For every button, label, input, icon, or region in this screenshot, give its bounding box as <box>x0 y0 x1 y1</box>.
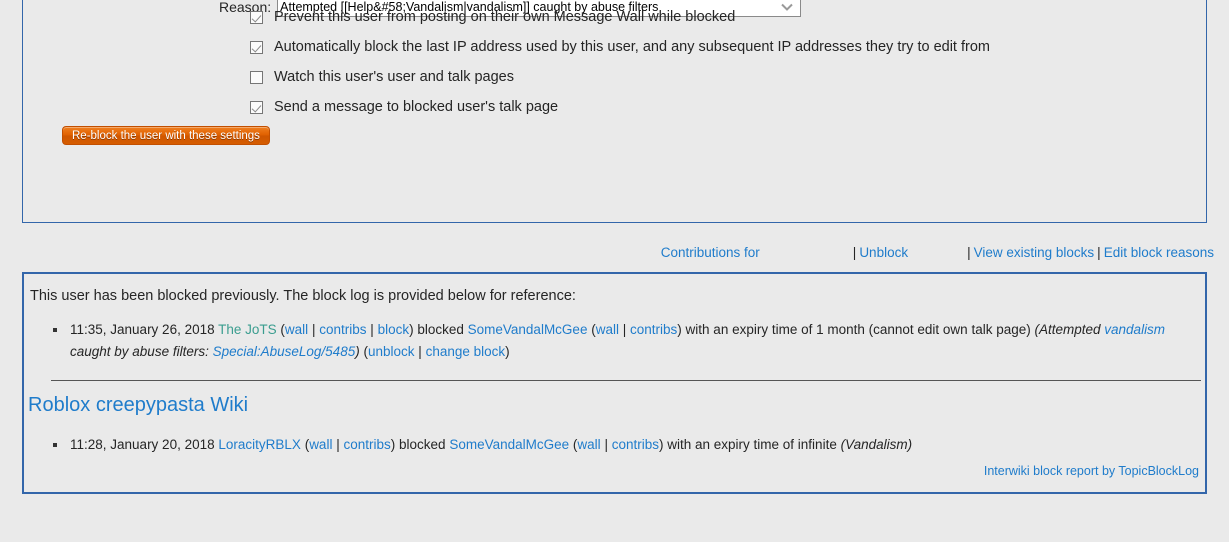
log-comment-abuselog-link[interactable]: Special:AbuseLog/5485 <box>213 344 356 359</box>
option-watch-pages[interactable]: Watch this user's user and talk pages <box>250 67 990 97</box>
checkbox-send-message[interactable] <box>250 101 263 114</box>
option-label: Automatically block the last IP address … <box>274 39 990 55</box>
target-contribs-link[interactable]: contribs <box>630 322 677 337</box>
option-label: Send a message to blocked user's talk pa… <box>274 99 559 115</box>
link-separator: | <box>336 437 340 452</box>
log-comment-mid: caught by abuse filters: <box>70 344 213 359</box>
log-expiry: with an expiry time of 1 month (cannot e… <box>685 322 1031 337</box>
block-log-list-other-wiki: 11:28, January 20, 2018 LoracityRBLX (wa… <box>46 434 1186 456</box>
link-separator: | <box>622 322 627 337</box>
checkbox-prevent-message-wall[interactable] <box>250 11 263 24</box>
log-expiry: with an expiry time of infinite <box>667 437 837 452</box>
block-tool-links: Contributions for | Unblock | View existing … <box>0 245 1220 260</box>
admin-contribs-link[interactable]: contribs <box>319 322 366 337</box>
log-change-block-link[interactable]: change block <box>426 344 506 359</box>
log-admin-link[interactable]: LoracityRBLX <box>218 437 301 452</box>
target-wall-link[interactable]: wall <box>596 322 619 337</box>
target-contribs-link[interactable]: contribs <box>612 437 659 452</box>
block-form-fieldset: Reason: Attempted [[Help&#58;Vandalism|v… <box>22 0 1207 223</box>
link-separator: | <box>604 437 608 452</box>
log-entry: 11:35, January 26, 2018 The JoTS (wall |… <box>68 319 1186 363</box>
link-separator: | <box>311 322 316 337</box>
log-unblock-link[interactable]: unblock <box>368 344 415 359</box>
checkbox-watch-pages[interactable] <box>250 71 263 84</box>
option-label: Prevent this user from posting on their … <box>274 9 736 25</box>
option-send-message[interactable]: Send a message to blocked user's talk pa… <box>250 97 990 127</box>
link-separator: | <box>967 245 971 260</box>
link-separator: | <box>1097 245 1101 260</box>
link-separator: | <box>852 245 857 260</box>
link-separator: | <box>418 344 422 359</box>
checkbox-autoblock-ip[interactable] <box>250 41 263 54</box>
admin-contribs-link[interactable]: contribs <box>344 437 391 452</box>
section-divider <box>51 380 1201 381</box>
log-timestamp: 11:28, January 20, 2018 <box>70 437 215 452</box>
contributions-link[interactable]: Contributions for <box>661 245 760 260</box>
admin-block-link[interactable]: block <box>378 322 410 337</box>
log-comment-vandalism-link[interactable]: vandalism <box>1104 322 1165 337</box>
log-action: blocked <box>399 437 446 452</box>
log-comment-post: ) <box>355 344 360 359</box>
log-target-link[interactable]: SomeVandalMcGee <box>449 437 569 452</box>
log-action: blocked <box>417 322 464 337</box>
log-comment-pre: (Attempted <box>1034 322 1105 337</box>
log-entry: 11:28, January 20, 2018 LoracityRBLX (wa… <box>68 434 1186 456</box>
option-label: Watch this user's user and talk pages <box>274 69 514 85</box>
edit-block-reasons-link[interactable]: Edit block reasons <box>1104 245 1214 260</box>
admin-wall-link[interactable]: wall <box>309 437 332 452</box>
log-footer: Interwiki block report by TopicBlockLog <box>984 464 1199 478</box>
log-comment: (Vandalism) <box>840 437 913 452</box>
block-log-intro: This user has been blocked previously. T… <box>30 288 576 304</box>
option-autoblock-ip[interactable]: Automatically block the last IP address … <box>250 37 990 67</box>
reblock-submit-button[interactable]: Re-block the user with these settings <box>62 126 270 145</box>
target-wall-link[interactable]: wall <box>577 437 600 452</box>
option-prevent-message-wall[interactable]: Prevent this user from posting on their … <box>250 7 990 37</box>
block-user-page: Reason: Attempted [[Help&#58;Vandalism|v… <box>0 0 1229 542</box>
link-separator: | <box>370 322 374 337</box>
log-target-link[interactable]: SomeVandalMcGee <box>468 322 588 337</box>
view-existing-blocks-link[interactable]: View existing blocks <box>974 245 1095 260</box>
wiki-heading-link[interactable]: Roblox creepypasta Wiki <box>28 394 248 417</box>
log-timestamp: 11:35, January 26, 2018 <box>70 322 215 337</box>
unblock-link[interactable]: Unblock <box>859 245 908 260</box>
interwiki-block-report-link[interactable]: Interwiki block report by TopicBlockLog <box>984 464 1199 478</box>
admin-wall-link[interactable]: wall <box>285 322 308 337</box>
block-log-list-current-wiki: 11:35, January 26, 2018 The JoTS (wall |… <box>46 319 1186 363</box>
log-admin-link[interactable]: The JoTS <box>218 322 277 337</box>
previous-block-log-box: This user has been blocked previously. T… <box>22 272 1207 494</box>
block-options-list: Prevent this user from posting on their … <box>250 7 990 127</box>
